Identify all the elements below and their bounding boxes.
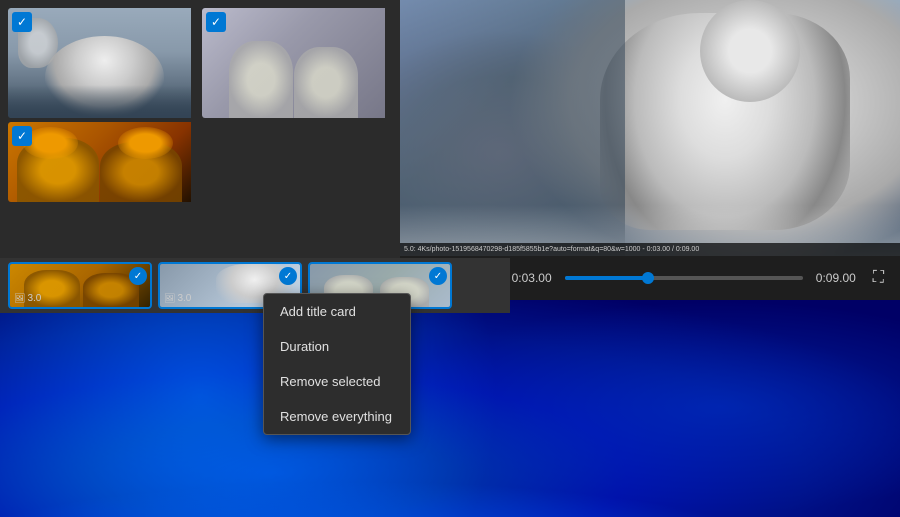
gallery-thumb-cubs[interactable]: ✓	[202, 8, 392, 118]
timeline-wolf-check: ✓	[279, 267, 297, 285]
context-menu-duration[interactable]: Duration	[264, 329, 410, 364]
fullscreen-button[interactable]: ⛶	[869, 265, 888, 291]
progress-thumb[interactable]	[642, 272, 654, 284]
progress-fill	[565, 276, 648, 280]
timeline-cubs-check: ✓	[429, 267, 447, 285]
video-frame	[400, 0, 900, 256]
progress-bar[interactable]	[565, 276, 803, 280]
video-caption: 5.0: 4Ks/photo-1519568470298-d185f5855b1…	[400, 243, 900, 256]
total-time: 0:09.00	[811, 271, 861, 285]
timeline-tigers-info: 🖼 3.0	[14, 293, 41, 304]
timeline-wolf-info: 🖼 3.0	[164, 293, 191, 304]
wallpaper-swirl	[0, 297, 900, 517]
context-menu: Add title card Duration Remove selected …	[263, 293, 411, 435]
timeline-tigers-duration: 3.0	[27, 293, 41, 304]
context-menu-add-title-card[interactable]: Add title card	[264, 294, 410, 329]
timeline-item-tigers[interactable]: ✓ 🖼 3.0	[8, 262, 152, 309]
image-icon: 🖼	[14, 293, 25, 304]
gallery-thumb-wolf[interactable]: ✓	[8, 8, 198, 118]
timeline-wolf-duration: 3.0	[177, 293, 191, 304]
video-panel: 5.0: 4Ks/photo-1519568470298-d185f5855b1…	[400, 0, 900, 300]
timeline-strip: ✓ 🖼 3.0 ✓ 🖼 3.0 ✓ 🖼 3.0	[0, 258, 510, 313]
cubs-check-badge: ✓	[206, 12, 226, 32]
tigers-check-badge: ✓	[12, 126, 32, 146]
gallery-thumb-tigers[interactable]: ✓	[8, 122, 198, 202]
wallpaper-background	[0, 297, 900, 517]
gallery-panel: ✓ ✓ ✓	[0, 0, 400, 300]
wolf-check-badge: ✓	[12, 12, 32, 32]
timeline-tigers-check: ✓	[129, 267, 147, 285]
tigers-image	[8, 122, 191, 202]
cubs-image	[202, 8, 385, 118]
image-icon-2: 🖼	[164, 293, 175, 304]
current-time: 0:03.00	[507, 271, 557, 285]
context-menu-remove-everything[interactable]: Remove everything	[264, 399, 410, 434]
app-window: ✓ ✓ ✓	[0, 0, 900, 300]
context-menu-remove-selected[interactable]: Remove selected	[264, 364, 410, 399]
video-preview-area: 5.0: 4Ks/photo-1519568470298-d185f5855b1…	[400, 0, 900, 256]
wolf-image	[8, 8, 191, 118]
